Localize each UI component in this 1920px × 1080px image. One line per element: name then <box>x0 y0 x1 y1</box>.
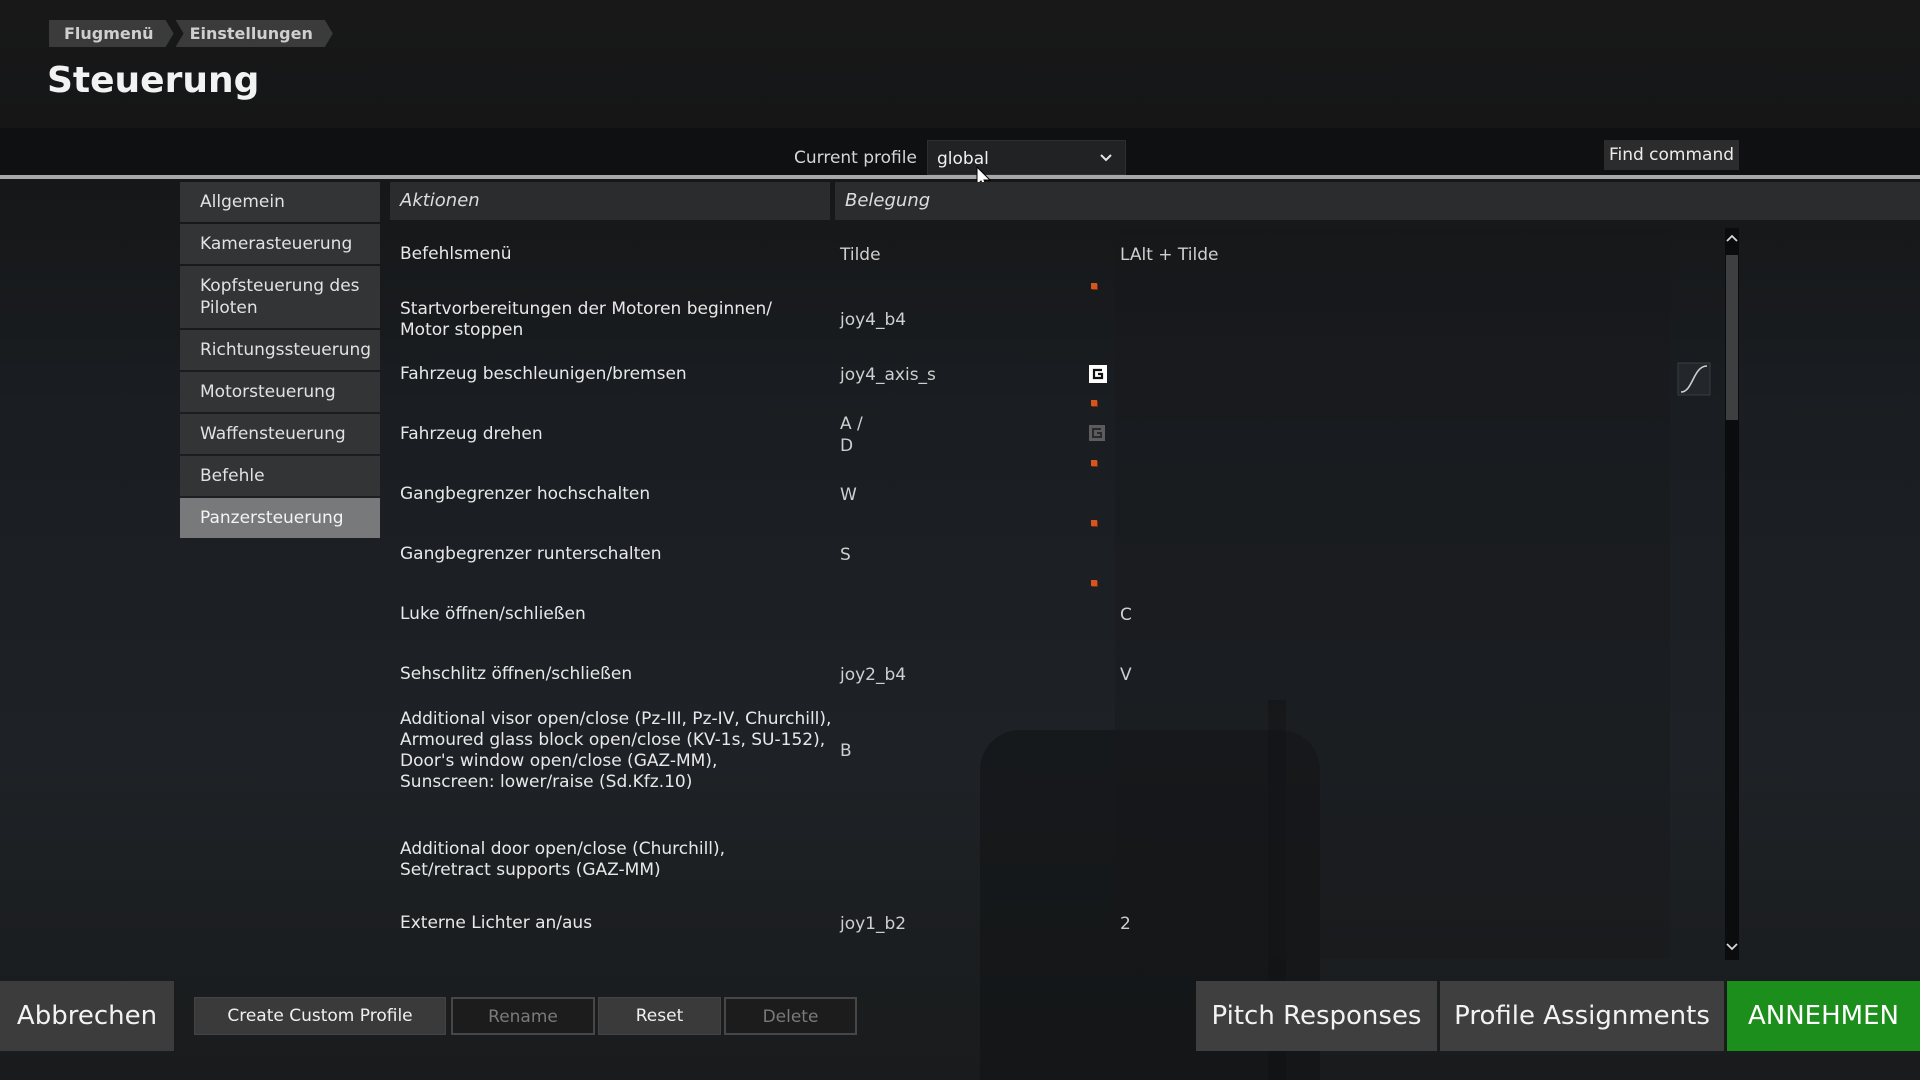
find-command-button[interactable]: Find command <box>1604 140 1739 170</box>
table-row[interactable]: Fahrzeug beschleunigen/bremsen joy4_axis… <box>390 340 1730 406</box>
controls-table: Befehlsmenü Tilde LAlt + Tilde Startvorb… <box>390 220 1730 962</box>
table-row[interactable]: Fahrzeug drehen A / D <box>390 400 1730 466</box>
secondary-binding[interactable]: V <box>1120 664 1132 686</box>
accept-button[interactable]: ANNEHMEN <box>1727 981 1920 1051</box>
page-title: Steuerung <box>47 60 260 101</box>
cancel-button[interactable]: Abbrechen <box>0 981 174 1051</box>
primary-binding[interactable]: joy1_b2 <box>840 913 906 935</box>
breadcrumb-item-einstellungen[interactable]: Einstellungen <box>176 20 333 47</box>
table-row[interactable]: Luke öffnen/schließen C <box>390 580 1730 640</box>
action-label: Befehlsmenü <box>400 244 512 264</box>
table-row[interactable]: Gangbegrenzer hochschalten W <box>390 460 1730 526</box>
sidebar-item-kamerasteuerung[interactable]: Kamerasteuerung <box>180 224 380 264</box>
action-label: Fahrzeug drehen <box>400 424 543 444</box>
table-row[interactable]: Externe Lichter an/aus joy1_b2 2 <box>390 880 1730 950</box>
create-custom-profile-button[interactable]: Create Custom Profile <box>194 997 446 1035</box>
response-curve-icon[interactable] <box>1677 362 1711 396</box>
primary-binding[interactable]: A / D <box>840 413 863 457</box>
sidebar-item-motorsteuerung[interactable]: Motorsteuerung <box>180 372 380 412</box>
axis-settings-icon[interactable] <box>1089 425 1105 441</box>
secondary-binding[interactable]: LAlt + Tilde <box>1120 244 1219 266</box>
action-label: Externe Lichter an/aus <box>400 913 593 933</box>
sidebar-item-allgemein[interactable]: Allgemein <box>180 182 380 222</box>
action-label: Gangbegrenzer runterschalten <box>400 544 662 564</box>
primary-binding[interactable]: B <box>840 740 852 762</box>
column-header-actions: Aktionen <box>390 182 830 220</box>
table-row[interactable]: Gangbegrenzer runterschalten S <box>390 520 1730 586</box>
axis-settings-icon[interactable] <box>1089 365 1107 383</box>
primary-binding[interactable]: S <box>840 544 851 566</box>
chevron-down-icon <box>1100 154 1112 162</box>
action-label: Gangbegrenzer hochschalten <box>400 484 651 504</box>
profile-dropdown[interactable]: global <box>927 140 1126 175</box>
secondary-binding[interactable]: 2 <box>1120 913 1131 935</box>
table-row[interactable]: Startvorbereitungen der Motoren beginnen… <box>390 280 1730 340</box>
scroll-up-icon[interactable] <box>1725 230 1739 248</box>
pitch-responses-button[interactable]: Pitch Responses <box>1196 981 1437 1051</box>
action-label: Additional door open/close (Churchill), … <box>400 839 726 880</box>
breadcrumb-item-flugmenu[interactable]: Flugmenü <box>49 20 174 47</box>
scrollbar-thumb[interactable] <box>1726 255 1738 420</box>
primary-binding[interactable]: W <box>840 484 857 506</box>
profile-assignments-button[interactable]: Profile Assignments <box>1440 981 1724 1051</box>
column-header-binding: Belegung <box>835 182 1920 220</box>
secondary-binding[interactable]: C <box>1120 604 1132 626</box>
breadcrumb: Flugmenü Einstellungen <box>49 20 335 47</box>
primary-binding[interactable]: Tilde <box>840 244 881 266</box>
table-row[interactable]: Additional visor open/close (Pz-III, Pz-… <box>390 700 1730 810</box>
divider <box>0 175 1920 179</box>
sidebar-item-befehle[interactable]: Befehle <box>180 456 380 496</box>
reset-button[interactable]: Reset <box>598 997 721 1035</box>
sidebar-item-waffensteuerung[interactable]: Waffensteuerung <box>180 414 380 454</box>
sidebar-item-panzersteuerung[interactable]: Panzersteuerung <box>180 498 380 538</box>
action-label: Sehschlitz öffnen/schließen <box>400 664 633 684</box>
table-row[interactable]: Befehlsmenü Tilde LAlt + Tilde <box>390 220 1730 280</box>
primary-binding[interactable]: joy4_b4 <box>840 309 906 331</box>
table-row[interactable]: Additional door open/close (Churchill), … <box>390 810 1730 880</box>
table-row[interactable]: Sehschlitz öffnen/schließen joy2_b4 V <box>390 640 1730 700</box>
action-label: Fahrzeug beschleunigen/bremsen <box>400 364 687 384</box>
action-label: Luke öffnen/schließen <box>400 604 586 624</box>
rename-button[interactable]: Rename <box>451 997 595 1035</box>
current-profile-label: Current profile <box>794 148 917 168</box>
category-sidebar: Allgemein Kamerasteuerung Kopfsteuerung … <box>180 182 380 540</box>
primary-binding[interactable]: joy2_b4 <box>840 664 906 686</box>
action-label: Additional visor open/close (Pz-III, Pz-… <box>400 709 832 792</box>
modifier-indicator-icon <box>1091 283 1097 289</box>
primary-binding[interactable]: joy4_axis_s <box>840 364 936 386</box>
sidebar-item-kopfsteuerung[interactable]: Kopfsteuerung des Piloten <box>180 266 380 328</box>
delete-button[interactable]: Delete <box>724 997 857 1035</box>
sidebar-item-richtungssteuerung[interactable]: Richtungssteuerung <box>180 330 380 370</box>
scroll-down-icon[interactable] <box>1725 938 1739 956</box>
action-label: Startvorbereitungen der Motoren beginnen… <box>400 299 772 340</box>
